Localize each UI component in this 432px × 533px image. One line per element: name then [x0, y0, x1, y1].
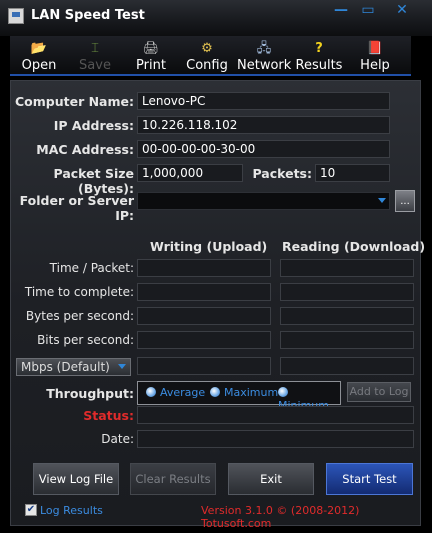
units-dropdown[interactable]: Mbps (Default): [16, 358, 131, 376]
radio-maximum[interactable]: Maximum: [210, 386, 278, 399]
packets-input[interactable]: 10: [315, 164, 390, 182]
radio-dot-icon: [210, 387, 220, 397]
packets-label: Packets:: [252, 166, 312, 181]
throughput-radio-group: Average Maximum Minimum: [137, 381, 341, 412]
chevron-down-icon: [378, 198, 386, 203]
status-field: [137, 406, 414, 424]
toolbar-save-button[interactable]: ⌶ Save: [69, 40, 121, 73]
folder-server-label: Folder or Server IP:: [19, 193, 134, 223]
toolbar-results-label: Results: [295, 58, 343, 73]
reading-download-header: Reading (Download): [282, 239, 426, 254]
mac-address-field: 00-00-00-00-30-00: [137, 140, 390, 158]
start-test-button[interactable]: Start Test: [326, 463, 413, 495]
toolbar-open-label: Open: [21, 58, 57, 73]
upload-units-field: [137, 357, 271, 375]
network-icon: 🖧: [256, 41, 272, 56]
bytes-per-second-label: Bytes per second:: [25, 309, 134, 323]
help-book-icon: 📕: [366, 41, 384, 56]
radio-dot-icon: [146, 387, 156, 397]
time-per-packet-label: Time / Packet:: [49, 261, 134, 275]
title-bar: LAN Speed Test — ▭ ✕: [0, 0, 432, 36]
radio-average-label: Average: [160, 386, 206, 399]
packet-size-input[interactable]: 1,000,000: [137, 164, 243, 182]
download-units-field: [280, 357, 414, 375]
mac-address-label: MAC Address:: [36, 142, 134, 157]
close-button[interactable]: ✕: [389, 3, 415, 18]
download-time-to-complete-field: [280, 283, 414, 301]
exit-button[interactable]: Exit: [228, 463, 314, 495]
writing-upload-header: Writing (Upload): [150, 239, 268, 254]
toolbar-print-button[interactable]: 🖨 Print: [125, 40, 177, 73]
folder-icon: 📂: [30, 41, 48, 56]
download-time-per-packet-field: [280, 259, 414, 277]
toolbar-help-button[interactable]: 📕 Help: [349, 40, 401, 73]
radio-average[interactable]: Average: [146, 386, 205, 399]
log-results-checkbox[interactable]: ✔: [25, 504, 37, 516]
status-label: Status:: [83, 408, 134, 423]
upload-time-to-complete-field: [137, 283, 271, 301]
question-icon: ?: [315, 41, 323, 56]
chevron-down-icon: [118, 364, 126, 369]
toolbar: 📂 Open ⌶ Save 🖨 Print ⚙ Config 🖧 Network…: [10, 36, 411, 76]
ip-address-label: IP Address:: [53, 118, 134, 133]
app-icon: [8, 8, 24, 24]
throughput-label: Throughput:: [46, 386, 134, 401]
date-field: [137, 430, 414, 448]
ip-address-field: 10.226.118.102: [137, 116, 390, 134]
toolbar-open-button[interactable]: 📂 Open: [13, 40, 65, 73]
save-icon: ⌶: [91, 41, 99, 56]
toolbar-print-label: Print: [136, 58, 166, 73]
add-to-log-button[interactable]: Add to Log: [347, 382, 411, 402]
upload-bits-per-second-field: [137, 331, 271, 349]
radio-dot-icon: [278, 387, 288, 397]
bits-per-second-label: Bits per second:: [37, 333, 134, 347]
upload-bytes-per-second-field: [137, 307, 271, 325]
toolbar-config-button[interactable]: ⚙ Config: [181, 40, 233, 73]
units-dropdown-value: Mbps (Default): [21, 360, 110, 374]
maximize-button[interactable]: ▭: [355, 3, 381, 18]
computer-name-field: Lenovo-PC: [137, 92, 390, 110]
packet-size-label: Packet Size (Bytes):: [53, 166, 135, 196]
toolbar-save-label: Save: [79, 58, 111, 73]
toolbar-network-button[interactable]: 🖧 Network: [237, 40, 291, 73]
computer-name-label: Computer Name:: [14, 94, 134, 109]
browse-button[interactable]: ...: [395, 190, 415, 212]
toolbar-network-label: Network: [237, 58, 292, 73]
radio-maximum-label: Maximum: [224, 386, 279, 399]
view-log-file-button[interactable]: View Log File: [33, 463, 119, 495]
toolbar-config-label: Config: [186, 58, 228, 73]
date-label: Date:: [101, 432, 134, 446]
download-bits-per-second-field: [280, 331, 414, 349]
folder-server-combo[interactable]: [137, 192, 390, 210]
printer-icon: 🖨: [142, 41, 160, 56]
config-icon: ⚙: [201, 41, 213, 56]
checkmark-icon: ✔: [26, 504, 36, 515]
toolbar-results-button[interactable]: ? Results: [293, 40, 345, 73]
log-results-label[interactable]: Log Results: [40, 504, 103, 517]
window-title: LAN Speed Test: [31, 8, 145, 23]
clear-results-button[interactable]: Clear Results: [130, 463, 216, 495]
upload-time-per-packet-field: [137, 259, 271, 277]
time-to-complete-label: Time to complete:: [24, 285, 134, 299]
minimize-button[interactable]: —: [328, 3, 354, 18]
toolbar-help-label: Help: [360, 58, 390, 73]
version-text: Version 3.1.0 © (2008-2012) Totusoft.com: [201, 504, 360, 530]
download-bytes-per-second-field: [280, 307, 414, 325]
